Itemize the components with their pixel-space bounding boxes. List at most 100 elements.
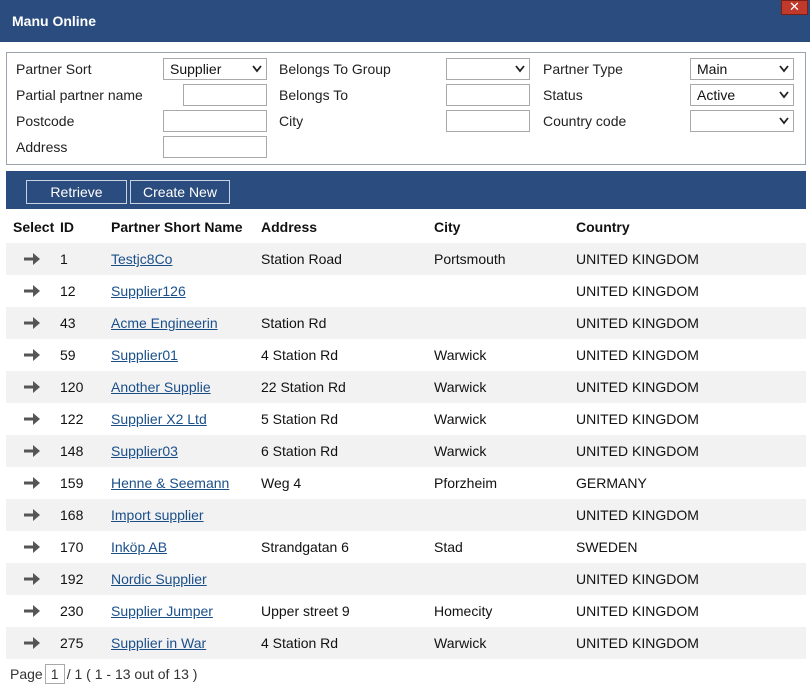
header-country[interactable]: Country xyxy=(576,219,630,235)
cell-partner-short-name: Supplier in War xyxy=(111,635,206,651)
cell-city: Warwick xyxy=(434,635,487,651)
cell-address: 5 Station Rd xyxy=(261,411,339,427)
retrieve-button[interactable]: Retrieve xyxy=(26,180,127,204)
partner-link[interactable]: Testjc8Co xyxy=(111,251,172,267)
arrow-right-icon[interactable] xyxy=(23,283,41,299)
belongs-to-group-label: Belongs To Group xyxy=(279,61,391,77)
page-number-input[interactable]: 1 xyxy=(44,664,65,684)
arrow-right-icon[interactable] xyxy=(23,315,41,331)
arrow-right-icon[interactable] xyxy=(23,411,41,427)
status-label: Status xyxy=(543,87,583,103)
table-row: 120 Another Supplie 22 Station Rd Warwick UN… xyxy=(6,371,806,403)
partner-type-label: Partner Type xyxy=(543,61,623,77)
city-label: City xyxy=(279,113,304,129)
cell-country: UNITED KINGDOM xyxy=(576,635,699,651)
cell-country: UNITED KINGDOM xyxy=(576,379,699,395)
cell-city: Portsmouth xyxy=(434,251,506,267)
cell-country: UNITED KINGDOM xyxy=(576,411,699,427)
cell-id: 275 xyxy=(60,635,84,651)
header-address[interactable]: Address xyxy=(261,219,317,235)
address-label: Address xyxy=(16,139,68,155)
table-row: 148 Supplier03 6 Station Rd Warwick UNITED K… xyxy=(6,435,806,467)
arrow-right-icon[interactable] xyxy=(23,251,41,267)
partner-link[interactable]: Inköp AB xyxy=(111,539,167,555)
cell-address: 4 Station Rd xyxy=(261,635,339,651)
table-row: 170 Inköp AB Strandgatan 6 Stad SWEDEN xyxy=(6,531,806,563)
cell-address: Station Rd xyxy=(261,315,327,331)
cell-id: 59 xyxy=(60,347,76,363)
partner-link[interactable]: Supplier01 xyxy=(111,347,178,363)
table-row: 192 Nordic Supplier UNITED KINGDOM xyxy=(6,563,806,595)
table-row: 43 Acme Engineerin Station Rd UNITED KINGDO… xyxy=(6,307,806,339)
cell-address: 4 Station Rd xyxy=(261,347,339,363)
partner-link[interactable]: Supplier03 xyxy=(111,443,178,459)
close-icon[interactable]: ✕ xyxy=(781,0,808,15)
partner-link[interactable]: Acme Engineerin xyxy=(111,315,218,331)
pager-total: / 1 xyxy=(66,666,83,682)
partner-link[interactable]: Henne & Seemann xyxy=(111,475,229,491)
arrow-right-icon[interactable] xyxy=(23,443,41,459)
partner-type-select[interactable]: Main xyxy=(690,58,794,80)
cell-partner-short-name: Nordic Supplier xyxy=(111,571,207,587)
belongs-to-group-select[interactable] xyxy=(446,58,530,80)
cell-partner-short-name: Another Supplie xyxy=(111,379,211,395)
arrow-right-icon[interactable] xyxy=(23,475,41,491)
postcode-label: Postcode xyxy=(16,113,75,129)
table-row: 168 Import supplier UNITED KINGDOM xyxy=(6,499,806,531)
cell-partner-short-name: Supplier126 xyxy=(111,283,186,299)
partner-grid: Select ID Partner Short Name Address Cit… xyxy=(6,209,806,659)
arrow-right-icon[interactable] xyxy=(23,539,41,555)
partner-sort-value: Supplier xyxy=(170,61,222,77)
partner-link[interactable]: Nordic Supplier xyxy=(111,571,207,587)
status-value: Active xyxy=(697,87,736,103)
belongs-to-input[interactable] xyxy=(446,84,530,106)
status-select[interactable]: Active xyxy=(690,84,794,106)
cell-partner-short-name: Import supplier xyxy=(111,507,204,523)
partner-link[interactable]: Import supplier xyxy=(111,507,204,523)
cell-id: 159 xyxy=(60,475,84,491)
cell-country: SWEDEN xyxy=(576,539,638,555)
grid-header: Select ID Partner Short Name Address Cit… xyxy=(6,209,806,243)
cell-city: Warwick xyxy=(434,379,487,395)
arrow-right-icon[interactable] xyxy=(23,379,41,395)
filter-panel: Partner Sort Supplier Partial partner na… xyxy=(6,52,806,165)
cell-partner-short-name: Supplier X2 Ltd xyxy=(111,411,207,427)
header-select: Select xyxy=(13,219,55,235)
partner-link[interactable]: Supplier in War xyxy=(111,635,206,651)
partial-partner-name-input[interactable] xyxy=(183,84,267,106)
cell-address: Upper street 9 xyxy=(261,603,350,619)
cell-id: 230 xyxy=(60,603,84,619)
arrow-right-icon[interactable] xyxy=(23,603,41,619)
header-id[interactable]: ID xyxy=(60,219,74,235)
cell-id: 1 xyxy=(60,251,68,267)
cell-id: 12 xyxy=(60,283,76,299)
cell-country: GERMANY xyxy=(576,475,647,491)
header-partner-short-name[interactable]: Partner Short Name xyxy=(111,219,242,235)
address-input[interactable] xyxy=(163,136,267,158)
partner-type-value: Main xyxy=(697,61,728,77)
arrow-right-icon[interactable] xyxy=(23,571,41,587)
country-code-select[interactable] xyxy=(690,110,794,132)
table-row: 122 Supplier X2 Ltd 5 Station Rd Warwick UNI… xyxy=(6,403,806,435)
postcode-input[interactable] xyxy=(163,110,267,132)
partner-sort-select[interactable]: Supplier xyxy=(163,58,267,80)
arrow-right-icon[interactable] xyxy=(23,507,41,523)
arrow-right-icon[interactable] xyxy=(23,635,41,651)
partner-link[interactable]: Supplier X2 Ltd xyxy=(111,411,207,427)
window-titlebar: Manu Online xyxy=(0,0,810,42)
partner-link[interactable]: Supplier126 xyxy=(111,283,186,299)
create-new-button[interactable]: Create New xyxy=(130,180,230,204)
chevron-down-icon xyxy=(779,65,789,73)
header-city[interactable]: City xyxy=(434,219,460,235)
city-input[interactable] xyxy=(446,110,530,132)
cell-id: 122 xyxy=(60,411,84,427)
table-row: 230 Supplier Jumper Upper street 9 Homecity… xyxy=(6,595,806,627)
partner-link[interactable]: Supplier Jumper xyxy=(111,603,213,619)
cell-partner-short-name: Testjc8Co xyxy=(111,251,172,267)
cell-id: 170 xyxy=(60,539,84,555)
cell-address: Weg 4 xyxy=(261,475,302,491)
cell-city: Warwick xyxy=(434,443,487,459)
arrow-right-icon[interactable] xyxy=(23,347,41,363)
cell-partner-short-name: Supplier03 xyxy=(111,443,178,459)
partner-link[interactable]: Another Supplie xyxy=(111,379,211,395)
